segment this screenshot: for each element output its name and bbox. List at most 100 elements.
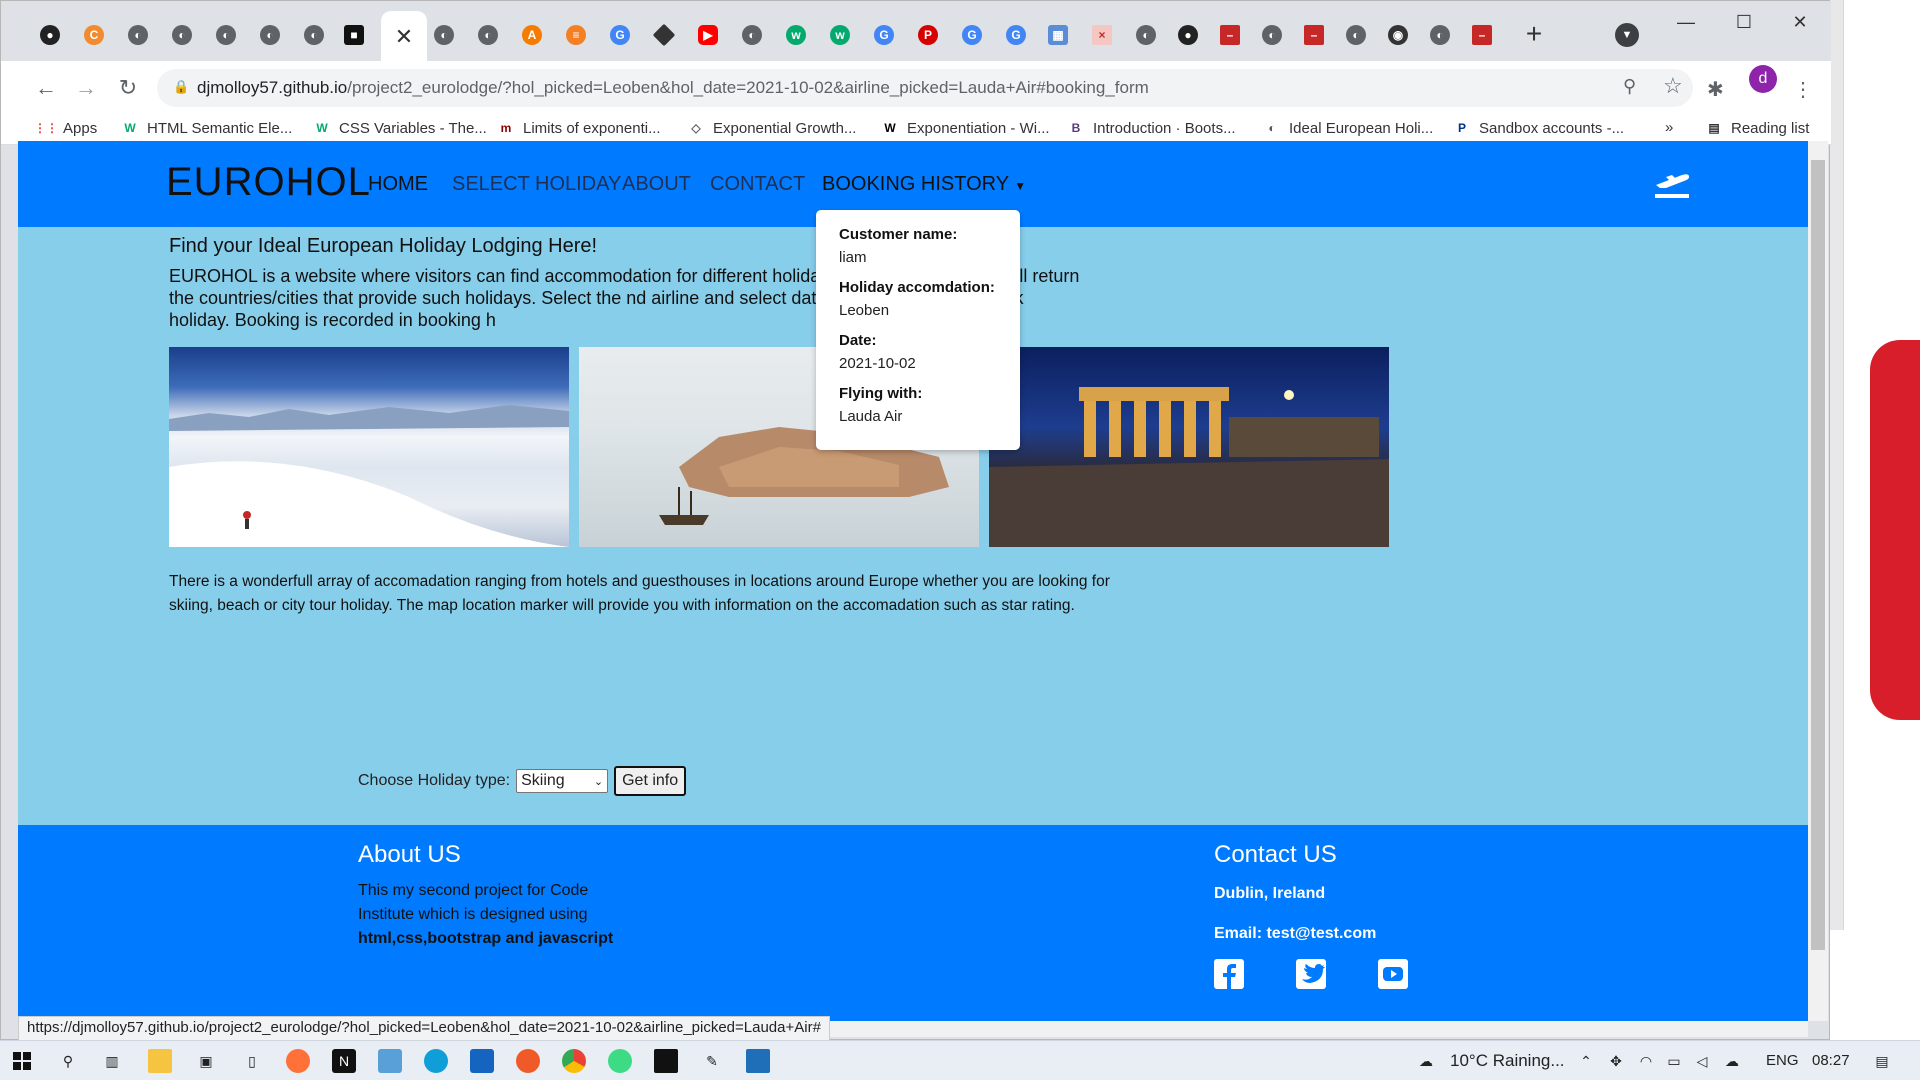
onedrive-icon[interactable]: ☁: [1720, 1049, 1744, 1073]
profile-avatar[interactable]: d: [1749, 65, 1777, 93]
nav-booking-history[interactable]: BOOKING HISTORY ▼: [822, 173, 1026, 196]
facebook-icon[interactable]: [1214, 959, 1244, 989]
tab-globe-5[interactable]: ◐: [297, 15, 331, 55]
file-explorer-icon[interactable]: [148, 1049, 172, 1073]
bookmark-item[interactable]: W HTML Semantic Ele...: [121, 119, 292, 137]
tray-chevron-icon[interactable]: ⌃: [1574, 1049, 1598, 1073]
windows-start-icon[interactable]: [10, 1049, 34, 1073]
tab-globe-2[interactable]: ◐: [165, 15, 199, 55]
tab-globe-3[interactable]: ◐: [209, 15, 243, 55]
search-icon[interactable]: ⚲: [56, 1049, 80, 1073]
weather-text[interactable]: 10°C Raining...: [1450, 1051, 1565, 1071]
bookmark-item[interactable]: W CSS Variables - The...: [313, 119, 487, 137]
task-view-icon[interactable]: ▥: [100, 1049, 124, 1073]
app-icon[interactable]: [378, 1049, 402, 1073]
clock[interactable]: 08:27: [1812, 1052, 1850, 1069]
tab-active-close-icon[interactable]: ✕: [381, 11, 427, 63]
tab-search-chevron-icon[interactable]: ▼: [1615, 23, 1639, 47]
nav-select-holiday[interactable]: SELECT HOLIDAY: [452, 173, 621, 196]
tab-pdf[interactable]: ×: [1085, 15, 1119, 55]
bookmark-item[interactable]: P Sandbox accounts -...: [1453, 119, 1624, 137]
store-icon[interactable]: ▣: [194, 1049, 218, 1073]
tab-red-2[interactable]: –: [1297, 15, 1331, 55]
close-window-icon[interactable]: ✕: [1775, 9, 1825, 35]
zoom-magnifier-icon[interactable]: ⚲: [1623, 76, 1636, 97]
tab-pt[interactable]: P: [911, 15, 945, 55]
green-app-icon[interactable]: [608, 1049, 632, 1073]
address-bar[interactable]: 🔒 djmolloy57.github.io/project2_eurolodg…: [157, 69, 1693, 107]
nav-contact[interactable]: CONTACT: [710, 173, 805, 196]
firefox-icon[interactable]: [286, 1049, 310, 1073]
bookmark-item[interactable]: W Exponentiation - Wi...: [881, 119, 1049, 137]
get-info-button[interactable]: Get info: [614, 766, 687, 796]
tab-w3-1[interactable]: w: [779, 15, 813, 55]
bookmark-item[interactable]: ⋮⋮ Apps: [34, 119, 98, 137]
minimize-icon[interactable]: —: [1661, 9, 1711, 35]
bookmark-item[interactable]: ◇ Exponential Growth...: [687, 119, 856, 137]
mail-icon[interactable]: [470, 1049, 494, 1073]
globe-icon: ◐: [478, 25, 498, 45]
tab-globe-10[interactable]: ◐: [1255, 15, 1289, 55]
tab-github[interactable]: ●: [33, 15, 67, 55]
notepad-icon[interactable]: ▯: [240, 1049, 264, 1073]
photos-icon[interactable]: [746, 1049, 770, 1073]
scrollbar-thumb[interactable]: [1811, 160, 1825, 950]
twitter-icon[interactable]: [1296, 959, 1326, 989]
edge-icon[interactable]: [424, 1049, 448, 1073]
chrome-taskbar-icon[interactable]: [562, 1049, 586, 1073]
tab-globe-4[interactable]: ◐: [253, 15, 287, 55]
nav-about[interactable]: ABOUT: [622, 173, 691, 196]
kebab-menu-icon[interactable]: ⋮: [1793, 77, 1813, 102]
terminal-icon[interactable]: [654, 1049, 678, 1073]
volume-icon[interactable]: ◁: [1690, 1049, 1714, 1073]
battery-icon[interactable]: ▭: [1662, 1049, 1686, 1073]
tab-red-3[interactable]: –: [1465, 15, 1499, 55]
tab-building[interactable]: ▦: [1041, 15, 1075, 55]
tab-globe-6[interactable]: ◐: [427, 15, 461, 55]
extensions-puzzle-icon[interactable]: ✱: [1707, 77, 1724, 102]
bookmark-star-icon[interactable]: ☆: [1663, 73, 1683, 99]
back-arrow-icon[interactable]: ←: [31, 73, 61, 103]
tab-w3-2[interactable]: w: [823, 15, 857, 55]
youtube-icon[interactable]: [1378, 959, 1408, 989]
holiday-type-select[interactable]: Skiing ⌄: [516, 769, 609, 793]
tray-app-icon[interactable]: ✥: [1604, 1049, 1628, 1073]
tab-globe-9[interactable]: ◐: [1129, 15, 1163, 55]
tab-youtube[interactable]: ▶: [691, 15, 725, 55]
tab-stack[interactable]: ≡: [559, 15, 593, 55]
tab-globe-1[interactable]: ◐: [121, 15, 155, 55]
tab-chrome[interactable]: ◉: [1381, 15, 1415, 55]
bookmark-label: Apps: [63, 119, 98, 137]
notifications-icon[interactable]: ▤: [1870, 1049, 1894, 1073]
tab-google-3[interactable]: G: [955, 15, 989, 55]
nav-home[interactable]: HOME: [368, 173, 428, 196]
tab-codeinstitute[interactable]: C: [77, 15, 111, 55]
language-indicator[interactable]: ENG: [1766, 1052, 1799, 1069]
forward-arrow-icon[interactable]: →: [71, 73, 101, 103]
tab-globe-7[interactable]: ◐: [471, 15, 505, 55]
bookmark-item[interactable]: m Limits of exponenti...: [497, 119, 661, 137]
tab-red-1[interactable]: –: [1213, 15, 1247, 55]
wifi-icon[interactable]: ◠: [1634, 1049, 1658, 1073]
tab-globe-11[interactable]: ◐: [1339, 15, 1373, 55]
tab-google-2[interactable]: G: [867, 15, 901, 55]
maximize-icon[interactable]: ☐: [1719, 9, 1769, 35]
paint-icon[interactable]: ✎: [700, 1049, 724, 1073]
reading-list-button[interactable]: ▤ Reading list: [1705, 119, 1809, 137]
tab-diamond[interactable]: [647, 15, 681, 55]
media-icon[interactable]: [516, 1049, 540, 1073]
reload-icon[interactable]: ↻: [113, 73, 143, 103]
new-tab-plus-icon[interactable]: +: [1517, 17, 1551, 51]
tab-google-1[interactable]: G: [603, 15, 637, 55]
tab-globe-12[interactable]: ◐: [1423, 15, 1457, 55]
tab-github-2[interactable]: ●: [1171, 15, 1205, 55]
bookmark-item[interactable]: B Introduction · Boots...: [1067, 119, 1236, 137]
bookmarks-overflow-icon[interactable]: »: [1665, 119, 1673, 136]
bookmark-item[interactable]: ◐ Ideal European Holi...: [1263, 119, 1433, 137]
tab-globe-8[interactable]: ◐: [735, 15, 769, 55]
tab-dark-app[interactable]: ■: [337, 15, 371, 55]
tab-google-4[interactable]: G: [999, 15, 1033, 55]
tab-orange[interactable]: A: [515, 15, 549, 55]
site-brand[interactable]: EUROHOL: [166, 160, 371, 205]
notion-icon[interactable]: N: [332, 1049, 356, 1073]
